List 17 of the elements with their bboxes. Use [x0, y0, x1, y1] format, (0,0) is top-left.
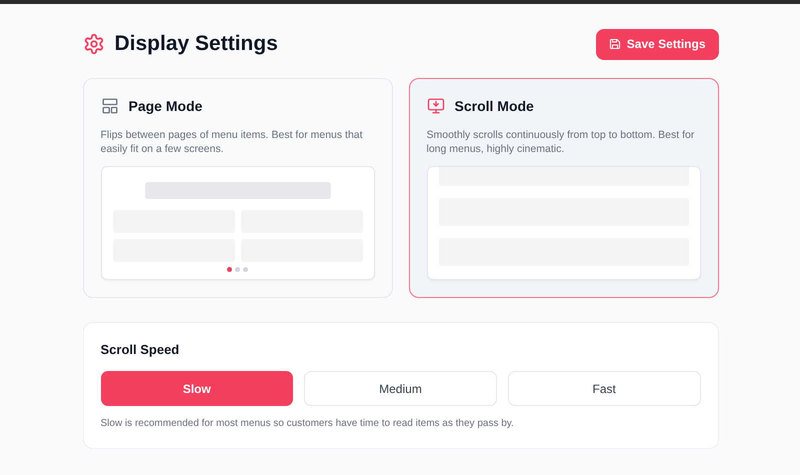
layout-icon: [100, 97, 118, 115]
save-icon: [608, 38, 621, 50]
settings-icon: [82, 33, 104, 55]
mode-title: Page Mode: [128, 98, 202, 114]
save-button[interactable]: Save Settings: [596, 28, 718, 60]
mode-title: Scroll Mode: [454, 98, 534, 114]
speed-option[interactable]: Medium: [304, 371, 497, 406]
monitor-icon: [426, 97, 444, 115]
speed-option[interactable]: Fast: [508, 371, 700, 406]
speed-hint: Slow is recommended for most menus so customers have time to read items as they pass by.: [100, 418, 515, 429]
section-title: Scroll Speed: [100, 342, 180, 357]
mode-card[interactable]: Scroll Mode Smoothly scrolls continuously from top to bottom. Best for long menus, highly cinematic.: [408, 78, 718, 298]
speed-option[interactable]: Slow: [100, 371, 294, 406]
mode-description: Smoothly scrolls continuously from top to bottom. Best for long menus, highly cinematic.: [426, 128, 696, 156]
mode-card[interactable]: Page Mode Flips between pages of menu items. Best for menus that easily fit on a few screens.: [82, 78, 392, 298]
page-title: Display Settings: [114, 32, 278, 56]
mode-description: Flips between pages of menu items. Best for menus that easily fit on a few screens.: [100, 128, 364, 156]
